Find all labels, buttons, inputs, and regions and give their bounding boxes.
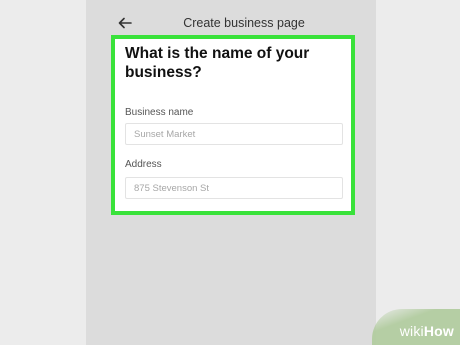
- arrow-left-icon: [118, 17, 132, 29]
- back-button[interactable]: [114, 12, 136, 34]
- wikihow-watermark: wikiHow: [372, 309, 460, 345]
- page-title: Create business page: [183, 16, 305, 30]
- top-bar: Create business page: [86, 8, 376, 38]
- business-name-input[interactable]: [125, 123, 343, 145]
- wikihow-logo: wikiHow: [400, 323, 454, 339]
- address-input[interactable]: [125, 177, 343, 199]
- business-form-card: What is the name of your business? Busin…: [111, 35, 355, 215]
- wikihow-logo-wiki: wiki: [399, 323, 424, 339]
- address-label: Address: [125, 159, 162, 170]
- form-heading: What is the name of your business?: [125, 45, 310, 81]
- wikihow-logo-how: How: [423, 323, 454, 339]
- business-name-label: Business name: [125, 107, 194, 118]
